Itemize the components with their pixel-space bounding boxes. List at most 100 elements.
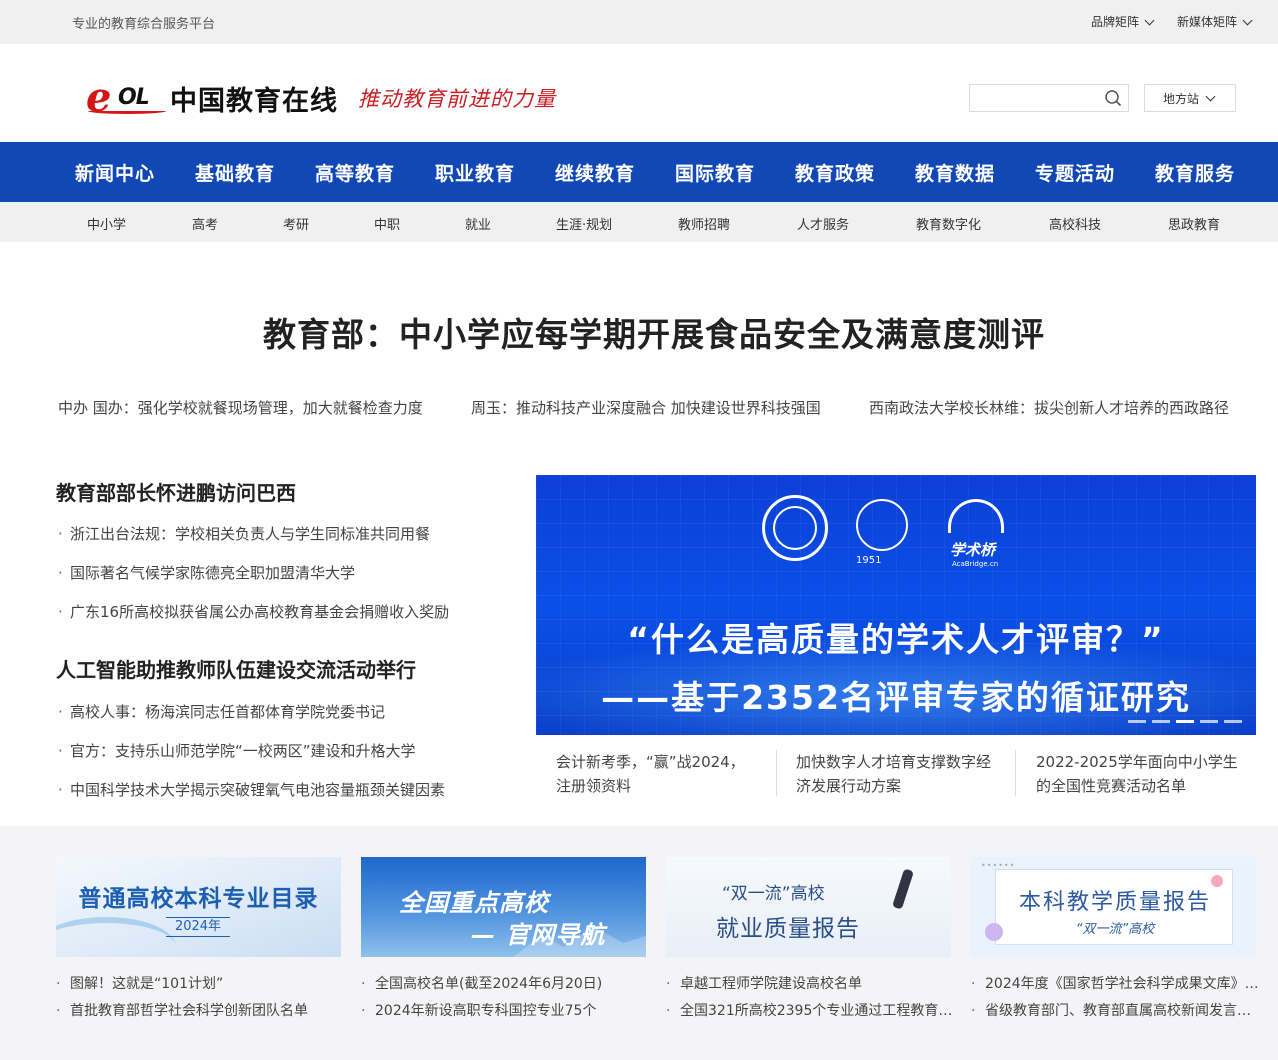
search-icon[interactable]	[1104, 89, 1122, 107]
list-item[interactable]: · 中国科学技术大学揭示突破锂氧气电池容量瓶颈关键因素	[58, 779, 445, 800]
sub-headline[interactable]: 中办 国办：强化学校就餐现场管理，加大就餐检查力度	[58, 397, 423, 418]
card-link-text: 省级教育部门、教育部直属高校新闻发言人名单	[985, 1003, 1263, 1019]
nav-item-special[interactable]: 专题活动	[1035, 159, 1115, 186]
card-link[interactable]: · 省级教育部门、教育部直属高校新闻发言人名单	[971, 1000, 1263, 1020]
carousel-dot[interactable]	[1200, 720, 1218, 723]
site-slogan: 专业的教育综合服务平台	[72, 17, 216, 32]
card-image-teaching-report[interactable]: •••••• 本科教学质量报告 “双一流”高校	[971, 857, 1256, 957]
nav-item-intl[interactable]: 国际教育	[675, 159, 755, 186]
list-item[interactable]: · 国际著名气候学家陈德亮全职加盟清华大学	[58, 562, 355, 583]
subnav-item[interactable]: 教师招聘	[678, 214, 730, 233]
top-headline[interactable]: 教育部：中小学应每学期开展食品安全及满意度测评	[0, 308, 1278, 356]
chevron-down-icon	[1242, 16, 1254, 28]
card-link-text: 2024年新设高职专科国控专业75个	[375, 1003, 597, 1019]
banner-logos: 1951 学术桥 AcaBridge.cn	[762, 495, 1016, 571]
card-image-subtitle: — 官网导航	[471, 921, 606, 949]
association-seal-icon	[762, 495, 828, 561]
new-media-menu[interactable]: 新媒体矩阵	[1177, 13, 1254, 30]
subnav-item[interactable]: 就业	[465, 214, 491, 233]
card-link-text: 卓越工程师学院建设高校名单	[680, 976, 862, 992]
subnav-item[interactable]: 教育数字化	[916, 214, 981, 233]
brand-matrix-label: 品牌矩阵	[1091, 15, 1140, 29]
subnav-item[interactable]: 高考	[192, 214, 218, 233]
carousel-dot[interactable]	[1152, 720, 1170, 723]
list-item[interactable]: · 高校人事：杨海滨同志任首都体育学院党委书记	[58, 701, 385, 722]
nav-item-data[interactable]: 教育数据	[915, 159, 995, 186]
chevron-down-icon	[1144, 16, 1156, 28]
card-link[interactable]: ·全国321所高校2395个专业通过工程教育专业认证	[666, 1000, 956, 1020]
list-item[interactable]: · 广东16所高校拟获省属公办高校教育基金会捐赠收入奖励	[58, 601, 449, 622]
sub-headline[interactable]: 西南政法大学校长林维：拔尖创新人才培养的西政路径	[869, 397, 1229, 418]
card-image-title: 全国重点高校	[399, 889, 549, 917]
card-link[interactable]: · 卓越工程师学院建设高校名单	[666, 973, 956, 993]
card-link-text: 2024年度《国家哲学社会科学成果文库》入选名单	[985, 976, 1263, 992]
nav-item-higher-edu[interactable]: 高等教育	[315, 159, 395, 186]
logo-slogan: 推动教育前进的力量	[358, 87, 556, 111]
carousel-dots	[1128, 720, 1242, 723]
chevron-down-icon	[1205, 92, 1217, 104]
nav-item-policy[interactable]: 教育政策	[795, 159, 875, 186]
carousel-dot[interactable]	[1128, 720, 1146, 723]
top-bar: 专业的教育综合服务平台 品牌矩阵 新媒体矩阵	[0, 0, 1278, 44]
list-item[interactable]: · 浙江出台法规：学校相关负责人与学生同标准共同用餐	[58, 523, 430, 544]
runner-figure-icon	[892, 868, 914, 910]
banner-title: “什么是高质量的学术人才评审？”	[627, 620, 1165, 659]
news-group-title[interactable]: 人工智能助推教师队伍建设交流活动举行	[56, 654, 416, 683]
card-image-major-catalog[interactable]: 普通高校本科专业目录 2024年	[56, 857, 341, 957]
card-link-text: 首批教育部哲学社会科学创新团队名单	[70, 1003, 308, 1019]
card-link-text: 全国321所高校2395个专业通过工程教育专业认证	[680, 1003, 956, 1019]
list-item-text: 广东16所高校拟获省属公办高校教育基金会捐赠收入奖励	[70, 603, 450, 621]
banner-link[interactable]: 会计新考季，“赢”战2024，注册领资料	[556, 750, 746, 798]
region-label: 地方站	[1162, 91, 1199, 106]
card-link-text: 图解！这就是“101计划”	[70, 976, 224, 992]
list-item-text: 浙江出台法规：学校相关负责人与学生同标准共同用餐	[70, 525, 431, 543]
logo-text: 中国教育在线	[170, 85, 338, 117]
banner-subtitle: ——基于2352名评审专家的循证研究	[601, 678, 1191, 717]
subnav-item[interactable]: 思政教育	[1168, 214, 1220, 233]
divider	[1015, 750, 1016, 796]
card-link[interactable]: · 图解！这就是“101计划”	[56, 973, 341, 993]
region-select[interactable]: 地方站	[1144, 84, 1236, 112]
card-image-title: “双一流”高校	[722, 884, 825, 904]
card-link[interactable]: · 全国高校名单(截至2024年6月20日)	[361, 973, 646, 993]
subnav-item[interactable]: 高校科技	[1049, 214, 1101, 233]
list-item-text: 国际著名气候学家陈德亮全职加盟清华大学	[70, 564, 356, 582]
eol-logo-icon: e OL	[86, 78, 168, 118]
subnav-item[interactable]: 中职	[374, 214, 400, 233]
news-group-title[interactable]: 教育部部长怀进鹏访问巴西	[56, 477, 296, 506]
nav-item-continuing[interactable]: 继续教育	[555, 159, 635, 186]
card-image-title: 本科教学质量报告	[1018, 890, 1211, 915]
nav-item-vocational[interactable]: 职业教育	[435, 159, 515, 186]
subnav-item[interactable]: 中小学	[87, 214, 126, 233]
banner-link[interactable]: 加快数字人才培育支撑数字经济发展行动方案	[796, 750, 996, 798]
card-link[interactable]: · 首批教育部哲学社会科学创新团队名单	[56, 1000, 341, 1020]
sub-nav: 中小学 高考 考研 中职 就业 生涯·规划 教师招聘 人才服务 教育数字化 高校…	[0, 202, 1278, 242]
subnav-item[interactable]: 生涯·规划	[556, 214, 612, 233]
list-item[interactable]: · 官方：支持乐山师范学院“一校两区”建设和升格大学	[58, 740, 416, 761]
uibe-logo-icon: 1951	[846, 495, 922, 571]
carousel-dot-active[interactable]	[1176, 720, 1194, 723]
acabridge-name: 学术桥	[950, 541, 996, 559]
card-image-title: 普通高校本科专业目录	[78, 886, 319, 912]
nav-item-services[interactable]: 教育服务	[1155, 159, 1235, 186]
card-image-employment-report[interactable]: “双一流”高校 就业质量报告	[666, 857, 951, 957]
subnav-item[interactable]: 考研	[283, 214, 309, 233]
nav-item-basic-edu[interactable]: 基础教育	[195, 159, 275, 186]
card-image-key-universities[interactable]: 全国重点高校 — 官网导航	[361, 857, 646, 957]
banner-link[interactable]: 2022-2025学年面向中小学生的全国性竞赛活动名单	[1036, 750, 1241, 798]
brand-matrix-menu[interactable]: 品牌矩阵	[1091, 13, 1156, 30]
card-link[interactable]: ·2024年度《国家哲学社会科学成果文库》入选名单	[971, 973, 1263, 993]
card-image-subtitle: 就业质量报告	[716, 916, 860, 942]
card-link[interactable]: · 2024年新设高职专科国控专业75个	[361, 1000, 646, 1020]
uibe-year: 1951	[856, 555, 882, 566]
subnav-item[interactable]: 人才服务	[797, 214, 849, 233]
carousel-dot[interactable]	[1224, 720, 1242, 723]
search-input[interactable]	[969, 84, 1129, 112]
site-logo[interactable]: e OL 中国教育在线 推动教育前进的力量	[86, 78, 556, 118]
hero-banner[interactable]: 1951 学术桥 AcaBridge.cn “什么是高质量的学术人才评审？” —…	[536, 475, 1256, 735]
site-header: e OL 中国教育在线 推动教育前进的力量 地方站	[0, 44, 1278, 142]
card-image-subtitle: 2024年	[166, 917, 230, 937]
nav-item-news[interactable]: 新闻中心	[75, 159, 155, 186]
sub-headline[interactable]: 周玉：推动科技产业深度融合 加快建设世界科技强国	[471, 397, 821, 418]
divider	[776, 750, 777, 796]
